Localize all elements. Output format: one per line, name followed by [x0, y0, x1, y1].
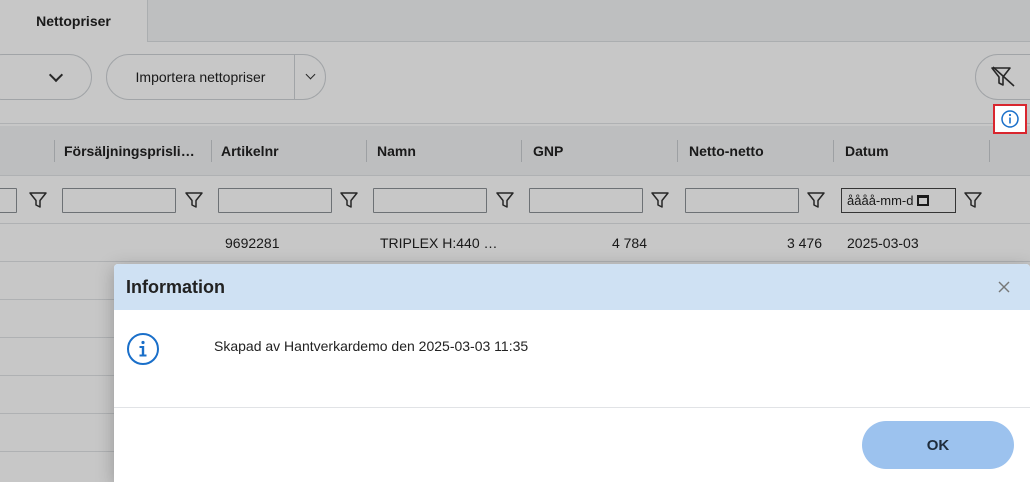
- dialog-title: Information: [126, 276, 225, 297]
- close-icon[interactable]: [994, 277, 1014, 297]
- page: Nettopriser Importera nettopriser Försäl…: [0, 0, 1030, 482]
- ok-button[interactable]: OK: [862, 421, 1014, 469]
- dialog-message: Skapad av Hantverkardemo den 2025-03-03 …: [214, 338, 529, 354]
- info-icon: [1001, 110, 1019, 128]
- information-dialog: Information Skapad av Hantverkardemo den…: [114, 264, 1030, 482]
- dialog-footer: OK: [114, 409, 1030, 482]
- info-icon: [127, 333, 159, 365]
- dialog-header: Information: [114, 264, 1030, 310]
- row-info-button[interactable]: [993, 104, 1027, 134]
- dialog-body: Skapad av Hantverkardemo den 2025-03-03 …: [114, 310, 1030, 408]
